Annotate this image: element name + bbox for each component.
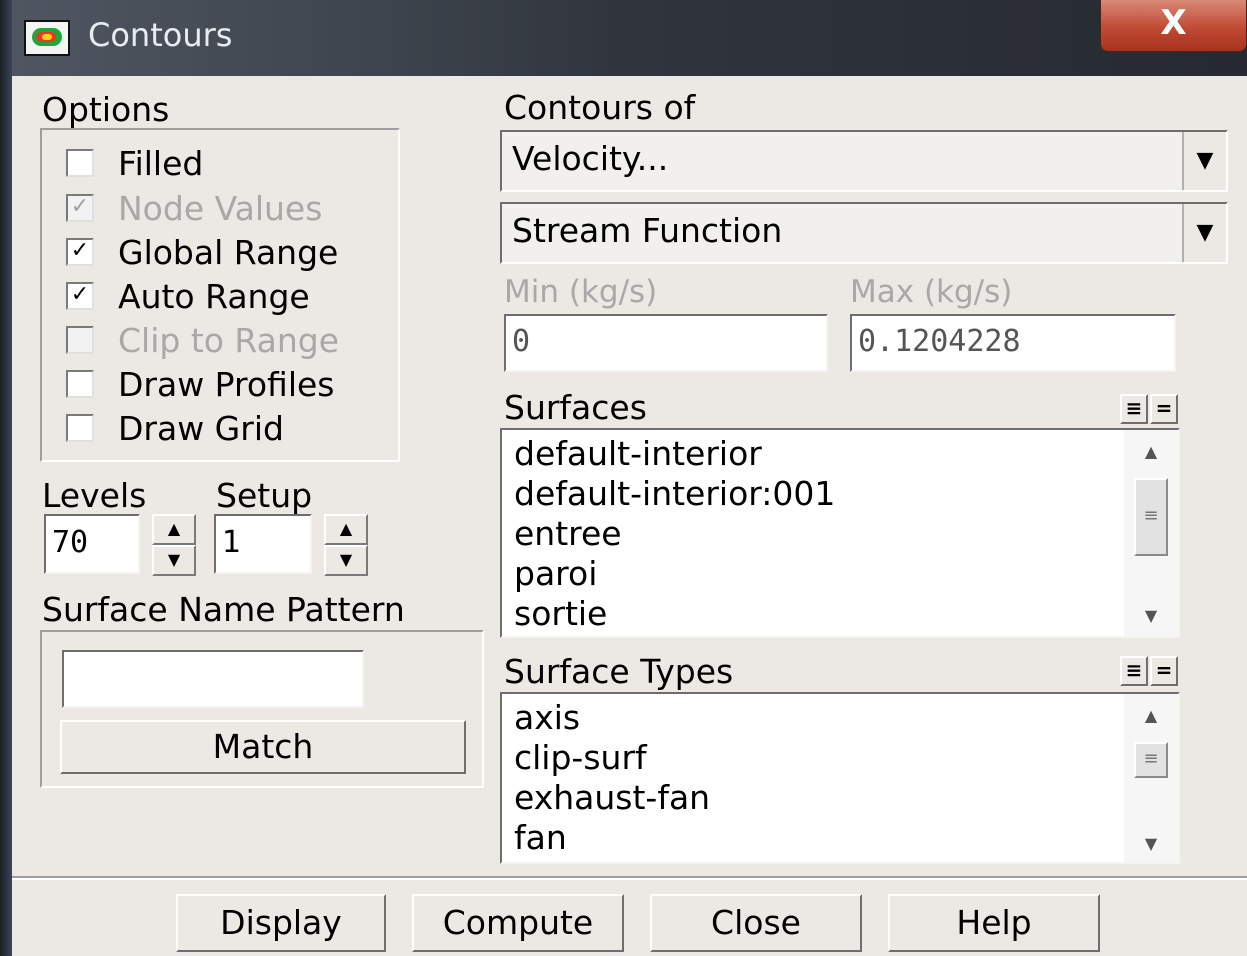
close-button[interactable]: Close: [650, 894, 862, 952]
min-label: Min (kg/s): [504, 274, 658, 310]
options-heading: Options: [42, 90, 170, 129]
max-value-field[interactable]: 0.1204228: [850, 314, 1176, 372]
list-item[interactable]: axis: [514, 698, 580, 737]
scroll-down-arrow-icon[interactable]: ▼: [1134, 606, 1168, 625]
node-values-checkbox[interactable]: ✓: [66, 194, 94, 222]
window-title: Contours: [88, 16, 233, 54]
clip-to-range-checkbox[interactable]: [66, 326, 94, 354]
scroll-thumb[interactable]: ≡: [1134, 742, 1168, 778]
surfaces-deselect-all-button[interactable]: =: [1150, 394, 1178, 424]
global-range-checkbox[interactable]: ✓: [66, 238, 94, 266]
min-value-field[interactable]: 0: [504, 314, 828, 372]
close-icon: X: [1160, 3, 1187, 43]
max-label: Max (kg/s): [850, 274, 1013, 310]
contours-category-dropdown[interactable]: Velocity... ▼: [500, 130, 1228, 192]
surface-types-label: Surface Types: [504, 652, 734, 691]
surface-name-pattern-input[interactable]: [62, 650, 364, 708]
levels-stepper[interactable]: ▲ ▼: [152, 514, 196, 576]
list-item[interactable]: default-interior: [514, 434, 762, 473]
window-edge: [0, 0, 12, 956]
surface-types-deselect-all-button[interactable]: =: [1150, 656, 1178, 686]
list-item[interactable]: clip-surf: [514, 738, 647, 777]
auto-range-label[interactable]: Auto Range: [118, 277, 310, 316]
setup-stepper[interactable]: ▲ ▼: [324, 514, 368, 576]
clip-to-range-label[interactable]: Clip to Range: [118, 321, 339, 360]
levels-label: Levels: [42, 476, 147, 515]
surface-name-pattern-label: Surface Name Pattern: [42, 590, 405, 629]
levels-input[interactable]: 70: [44, 514, 140, 574]
title-bar[interactable]: Contours: [12, 0, 1247, 76]
scroll-thumb[interactable]: ≡: [1134, 478, 1168, 556]
filled-label[interactable]: Filled: [118, 144, 203, 183]
surface-types-scrollbar[interactable]: ▲ ≡ ▼: [1124, 694, 1178, 862]
setup-label: Setup: [216, 476, 313, 515]
draw-grid-label[interactable]: Draw Grid: [118, 409, 284, 448]
list-item[interactable]: fan: [514, 818, 567, 857]
contours-quantity-value: Stream Function: [512, 211, 783, 250]
setup-increment-button[interactable]: ▲: [324, 514, 368, 545]
surfaces-list[interactable]: default-interior default-interior:001 en…: [500, 428, 1180, 638]
compute-button[interactable]: Compute: [412, 894, 624, 952]
draw-profiles-checkbox[interactable]: [66, 370, 94, 398]
contours-quantity-dropdown[interactable]: Stream Function ▼: [500, 202, 1228, 264]
list-item[interactable]: paroi: [514, 554, 597, 593]
display-button[interactable]: Display: [176, 894, 386, 952]
levels-decrement-button[interactable]: ▼: [152, 545, 196, 576]
contour-plot-icon: [24, 20, 70, 56]
contours-category-value: Velocity...: [512, 139, 669, 178]
contours-of-label: Contours of: [504, 88, 696, 127]
button-row-separator: [12, 876, 1247, 880]
filled-checkbox[interactable]: [66, 149, 94, 177]
auto-range-checkbox[interactable]: ✓: [66, 282, 94, 310]
surface-types-list[interactable]: axis clip-surf exhaust-fan fan ▲ ≡ ▼: [500, 692, 1180, 864]
match-button[interactable]: Match: [60, 720, 466, 774]
chevron-down-icon[interactable]: ▼: [1182, 204, 1226, 262]
setup-decrement-button[interactable]: ▼: [324, 545, 368, 576]
levels-increment-button[interactable]: ▲: [152, 514, 196, 545]
scroll-down-arrow-icon[interactable]: ▼: [1134, 834, 1168, 853]
surfaces-select-all-button[interactable]: ≡: [1120, 394, 1148, 424]
node-values-label[interactable]: Node Values: [118, 189, 322, 228]
scroll-up-arrow-icon[interactable]: ▲: [1134, 442, 1168, 461]
chevron-down-icon[interactable]: ▼: [1182, 132, 1226, 190]
list-item[interactable]: exhaust-fan: [514, 778, 710, 817]
contours-dialog: Contours X Options Filled ✓ Node Values …: [0, 0, 1247, 956]
list-item[interactable]: sortie: [514, 594, 607, 633]
draw-profiles-label[interactable]: Draw Profiles: [118, 365, 334, 404]
scroll-up-arrow-icon[interactable]: ▲: [1134, 706, 1168, 725]
surfaces-scrollbar[interactable]: ▲ ≡ ▼: [1124, 430, 1178, 636]
help-button[interactable]: Help: [888, 894, 1100, 952]
list-item[interactable]: entree: [514, 514, 622, 553]
close-window-button[interactable]: X: [1100, 0, 1247, 52]
surface-types-select-all-button[interactable]: ≡: [1120, 656, 1148, 686]
global-range-label[interactable]: Global Range: [118, 233, 338, 272]
list-item[interactable]: default-interior:001: [514, 474, 835, 513]
surfaces-label: Surfaces: [504, 388, 647, 427]
setup-input[interactable]: 1: [214, 514, 312, 574]
draw-grid-checkbox[interactable]: [66, 414, 94, 442]
